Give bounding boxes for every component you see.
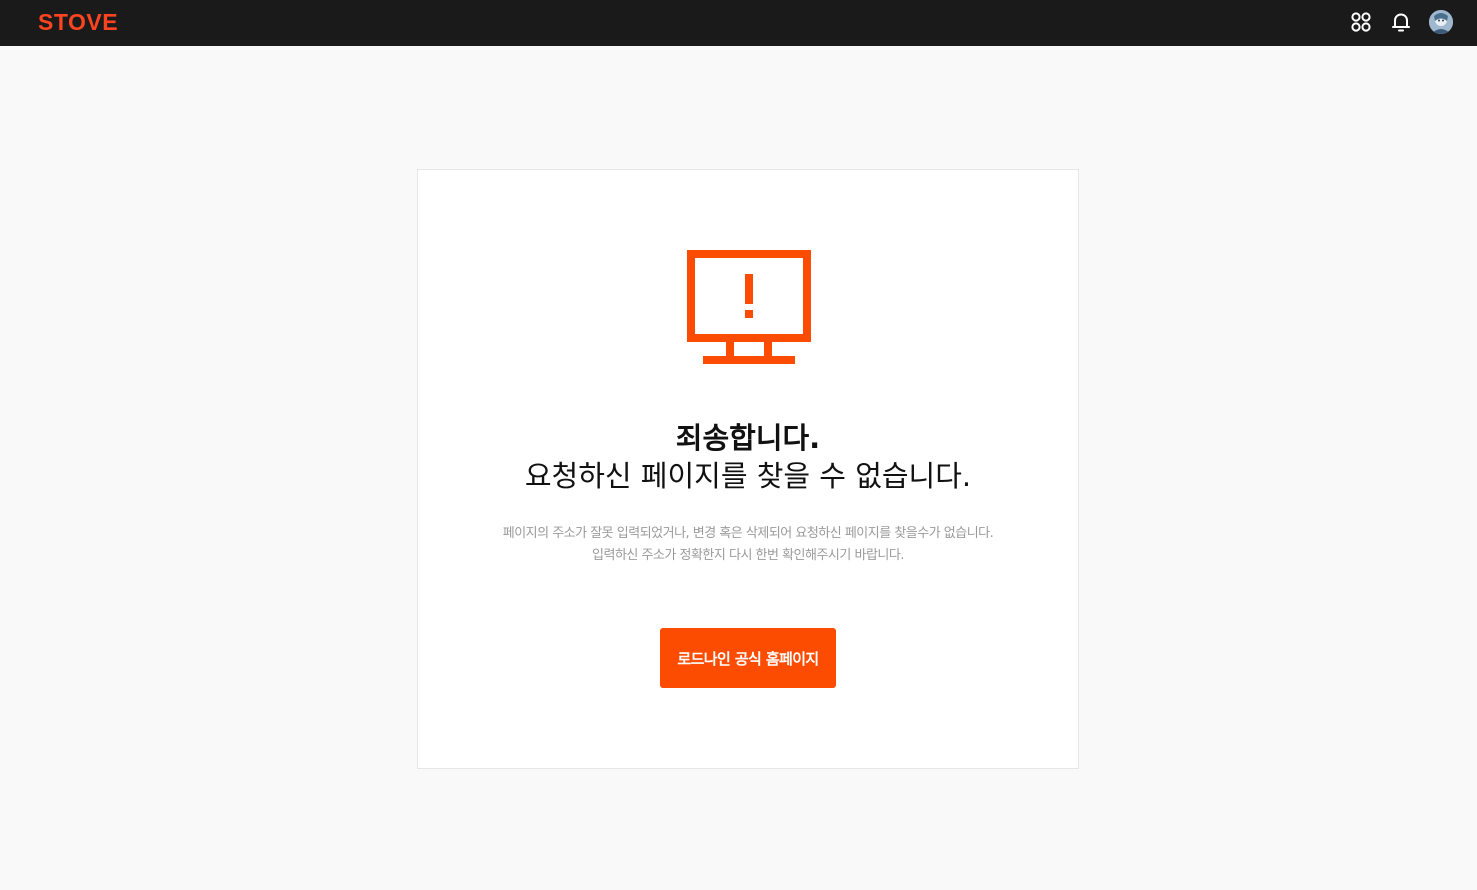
stove-logo[interactable]: STOVE xyxy=(38,9,118,36)
official-homepage-button[interactable]: 로드나인 공식 홈페이지 xyxy=(660,628,836,688)
user-avatar[interactable] xyxy=(1429,10,1453,34)
error-description-line-1: 페이지의 주소가 잘못 입력되었거나, 변경 혹은 삭제되어 요청하신 페이지를… xyxy=(502,526,994,541)
error-description-line-2: 입력하신 주소가 정확한지 다시 한번 확인해주시기 바랍니다. xyxy=(592,548,904,563)
error-subtitle: 요청하신 페이지를 찾을 수 없습니다. xyxy=(524,459,972,493)
error-card: 죄송합니다. 요청하신 페이지를 찾을 수 없습니다. 페이지의 주소가 잘못 … xyxy=(417,169,1079,769)
apps-grid-icon[interactable] xyxy=(1349,10,1373,34)
top-navigation-bar: STOVE xyxy=(0,0,1477,46)
bell-icon[interactable] xyxy=(1389,10,1413,34)
monitor-warning-icon xyxy=(687,250,811,368)
error-title: 죄송합니다. xyxy=(675,421,821,455)
